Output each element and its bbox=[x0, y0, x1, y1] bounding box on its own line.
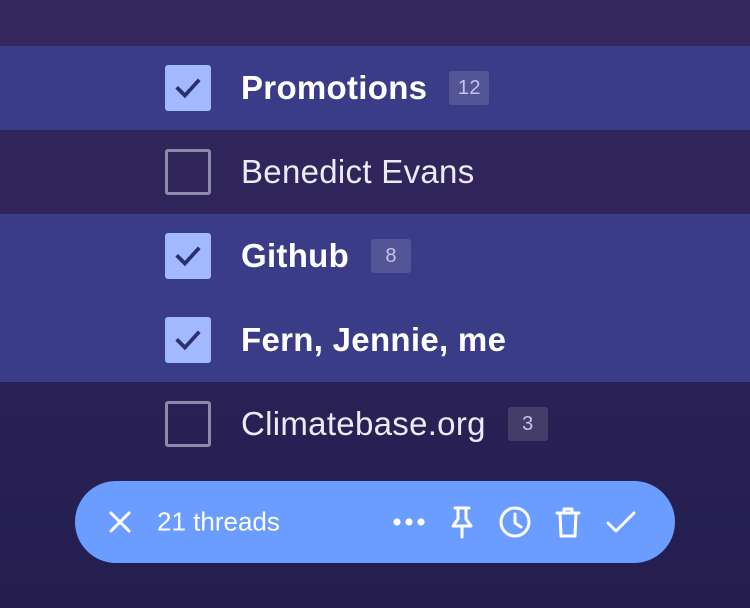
thread-checkbox[interactable] bbox=[165, 149, 211, 195]
thread-sender-label: Github bbox=[241, 237, 350, 274]
thread-sender-label: Promotions bbox=[241, 69, 428, 106]
thread-sender: Github 8 bbox=[241, 237, 412, 275]
thread-count-badge: 12 bbox=[449, 71, 490, 105]
thread-sender: Benedict Evans bbox=[241, 153, 475, 191]
thread-sender-label: Fern, Jennie, me bbox=[241, 321, 507, 358]
thread-count-badge: 3 bbox=[507, 407, 548, 441]
thread-checkbox[interactable] bbox=[165, 317, 211, 363]
thread-sender: Fern, Jennie, me bbox=[241, 321, 506, 359]
more-icon[interactable] bbox=[392, 517, 426, 527]
thread-row-promotions[interactable]: Promotions 12 bbox=[0, 46, 750, 130]
thread-checkbox[interactable] bbox=[165, 233, 211, 279]
thread-sender: Promotions 12 bbox=[241, 69, 490, 107]
thread-checkbox[interactable] bbox=[165, 401, 211, 447]
checkmark-icon bbox=[175, 330, 201, 351]
bulk-action-bar: 21 threads bbox=[75, 481, 675, 563]
thread-sender-label: Climatebase.org bbox=[241, 405, 486, 442]
thread-checkbox[interactable] bbox=[165, 65, 211, 111]
thread-row-github[interactable]: Github 8 bbox=[0, 214, 750, 298]
checkmark-icon bbox=[175, 246, 201, 267]
trash-icon[interactable] bbox=[555, 505, 581, 539]
thread-count-badge: 8 bbox=[371, 239, 412, 273]
thread-row-climatebase[interactable]: Climatebase.org 3 bbox=[0, 382, 750, 466]
thread-row-benedict-evans[interactable]: Benedict Evans bbox=[0, 130, 750, 214]
thread-row-fern-jennie-me[interactable]: Fern, Jennie, me bbox=[0, 298, 750, 382]
thread-list: Promotions 12 Benedict Evans Github 8 Fe… bbox=[0, 46, 750, 466]
selected-thread-count: 21 threads bbox=[157, 506, 280, 537]
thread-sender-label: Benedict Evans bbox=[241, 153, 475, 190]
thread-sender: Climatebase.org 3 bbox=[241, 405, 548, 443]
close-icon[interactable] bbox=[107, 509, 133, 535]
checkmark-icon bbox=[175, 78, 201, 99]
check-icon[interactable] bbox=[605, 509, 637, 535]
clock-icon[interactable] bbox=[498, 505, 532, 539]
pin-icon[interactable] bbox=[448, 505, 476, 539]
